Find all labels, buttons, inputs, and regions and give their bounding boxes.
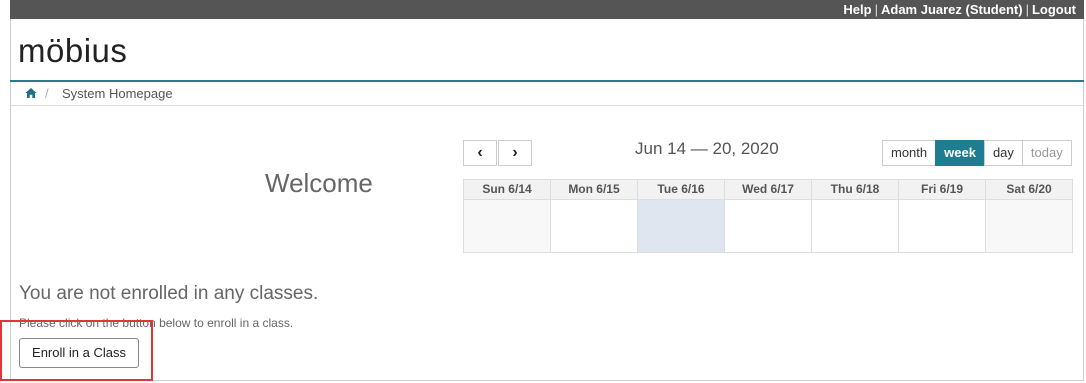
day-header: Wed 6/17 [724, 180, 811, 199]
breadcrumb-current: System Homepage [62, 86, 173, 101]
mobius-logo[interactable]: möbius [18, 31, 127, 71]
day-cell[interactable] [550, 200, 637, 252]
day-header: Mon 6/15 [550, 180, 637, 199]
home-icon[interactable] [25, 87, 37, 99]
day-cell[interactable] [811, 200, 898, 252]
logout-link[interactable]: Logout [1032, 2, 1076, 17]
help-link[interactable]: Help [843, 2, 871, 17]
welcome-heading: Welcome [265, 168, 373, 198]
calendar-body-row [464, 200, 1072, 252]
view-month-button[interactable]: month [882, 140, 937, 166]
view-day-button[interactable]: day [983, 140, 1023, 166]
today-button[interactable]: today [1021, 140, 1072, 166]
calendar-range-title: Jun 14 — 20, 2020 [635, 139, 779, 158]
calendar-grid: Sun 6/14 Mon 6/15 Tue 6/16 Wed 6/17 Thu … [463, 179, 1073, 253]
not-enrolled-message: You are not enrolled in any classes. [19, 283, 319, 304]
day-cell[interactable] [724, 200, 811, 252]
top-bar: Help | Adam Juarez (Student) | Logout [10, 0, 1084, 19]
next-week-button[interactable]: › [498, 140, 532, 166]
day-header: Tue 6/16 [637, 180, 724, 199]
chevron-left-icon: ‹ [477, 144, 483, 161]
user-profile-link[interactable]: Adam Juarez (Student) [881, 2, 1023, 17]
breadcrumb: / System Homepage [10, 82, 1084, 106]
calendar-view-switcher: month week day today [882, 140, 1072, 166]
day-cell[interactable] [898, 200, 985, 252]
day-header: Fri 6/19 [898, 180, 985, 199]
separator: | [874, 2, 878, 17]
day-header: Thu 6/18 [811, 180, 898, 199]
chevron-right-icon: › [512, 144, 518, 161]
calendar-header-row: Sun 6/14 Mon 6/15 Tue 6/16 Wed 6/17 Thu … [464, 180, 1072, 200]
day-header: Sun 6/14 [482, 182, 532, 196]
view-week-button[interactable]: week [935, 140, 985, 166]
day-cell[interactable] [985, 200, 1072, 252]
highlight-box [0, 320, 153, 381]
day-cell[interactable] [464, 200, 550, 252]
prev-week-button[interactable]: ‹ [463, 140, 497, 166]
separator: | [1025, 2, 1029, 17]
breadcrumb-separator: / [45, 86, 49, 101]
day-cell-today[interactable] [637, 200, 724, 252]
day-header: Sat 6/20 [985, 180, 1072, 199]
